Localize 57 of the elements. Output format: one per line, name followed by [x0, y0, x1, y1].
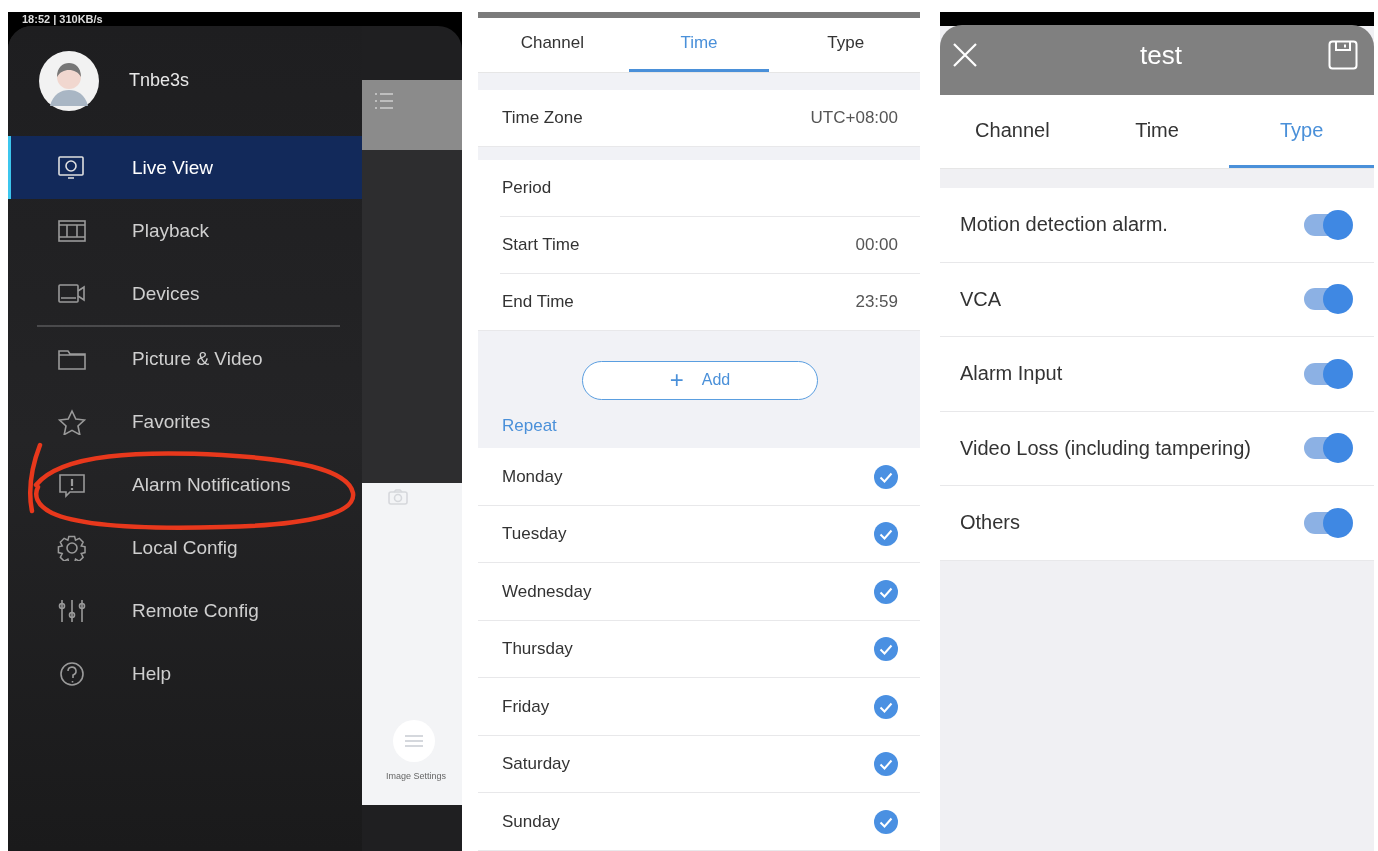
- alarm-type-label: VCA: [960, 287, 1002, 311]
- day-label: Saturday: [502, 754, 571, 775]
- menu-item[interactable]: Alarm Notifications: [8, 453, 362, 516]
- day-label: Thursday: [502, 639, 573, 660]
- gear-icon: [57, 534, 87, 561]
- day-label: Wednesday: [502, 581, 592, 602]
- menu-item[interactable]: Local Config: [8, 516, 362, 579]
- tab[interactable]: Channel: [482, 17, 623, 72]
- menu-item[interactable]: Favorites: [8, 390, 362, 453]
- tab[interactable]: Time: [1084, 95, 1230, 168]
- row-label: Start Time: [502, 235, 580, 256]
- menu-item[interactable]: Picture & Video: [8, 327, 362, 390]
- sliders-icon: [392, 719, 436, 763]
- check-circle-icon[interactable]: [874, 464, 898, 489]
- tab[interactable]: Channel: [940, 95, 1085, 168]
- check-circle-icon[interactable]: [874, 579, 898, 604]
- user-name: Tnbe3s: [129, 70, 190, 91]
- alert-message-icon: [57, 471, 87, 498]
- star-icon: [57, 408, 87, 435]
- alarm-type-label: Others: [960, 511, 1021, 535]
- image-settings-label[interactable]: Image Settings: [386, 771, 447, 781]
- close-icon[interactable]: [952, 42, 978, 68]
- day-label: Sunday: [502, 811, 560, 832]
- check-circle-icon[interactable]: [874, 752, 898, 777]
- help-icon: [57, 660, 87, 687]
- check-circle-icon[interactable]: [874, 809, 898, 834]
- row-value[interactable]: UTC+08:00: [810, 107, 898, 128]
- menu-item[interactable]: Help: [8, 642, 362, 705]
- status-text: 18:52 | 310KB/s: [22, 13, 103, 25]
- camera-icon: [388, 489, 408, 505]
- check-circle-icon[interactable]: [874, 637, 898, 662]
- day-label: Friday: [502, 696, 550, 717]
- monitor-icon: [57, 154, 87, 181]
- alarm-type-label: Video Loss (including tampering): [960, 436, 1251, 460]
- menu-item[interactable]: Live View: [8, 136, 362, 199]
- day-label: Tuesday: [502, 524, 567, 545]
- tab[interactable]: Type: [775, 17, 916, 72]
- film-strip-icon: [57, 217, 87, 244]
- day-label: Monday: [502, 466, 563, 487]
- row-label: Time Zone: [502, 107, 583, 128]
- save-icon[interactable]: [1328, 40, 1358, 70]
- alarm-type-label: Motion detection alarm.: [960, 213, 1168, 237]
- alarm-type-label: Alarm Input: [960, 362, 1063, 386]
- avatar-icon: [38, 50, 100, 112]
- row-value[interactable]: 00:00: [855, 235, 898, 256]
- menu-item[interactable]: Remote Config: [8, 579, 362, 642]
- check-circle-icon[interactable]: [874, 694, 898, 719]
- menu-item[interactable]: Devices: [8, 262, 362, 325]
- sliders-icon: [57, 597, 87, 624]
- row-value[interactable]: 23:59: [855, 291, 898, 312]
- menu-item[interactable]: Playback: [8, 199, 362, 262]
- screen-title: test: [1140, 39, 1182, 71]
- section-label: Repeat: [502, 415, 558, 436]
- list-icon: [374, 92, 394, 110]
- check-circle-icon[interactable]: [874, 522, 898, 547]
- row-label: End Time: [502, 291, 574, 312]
- row-label: Period: [502, 178, 552, 199]
